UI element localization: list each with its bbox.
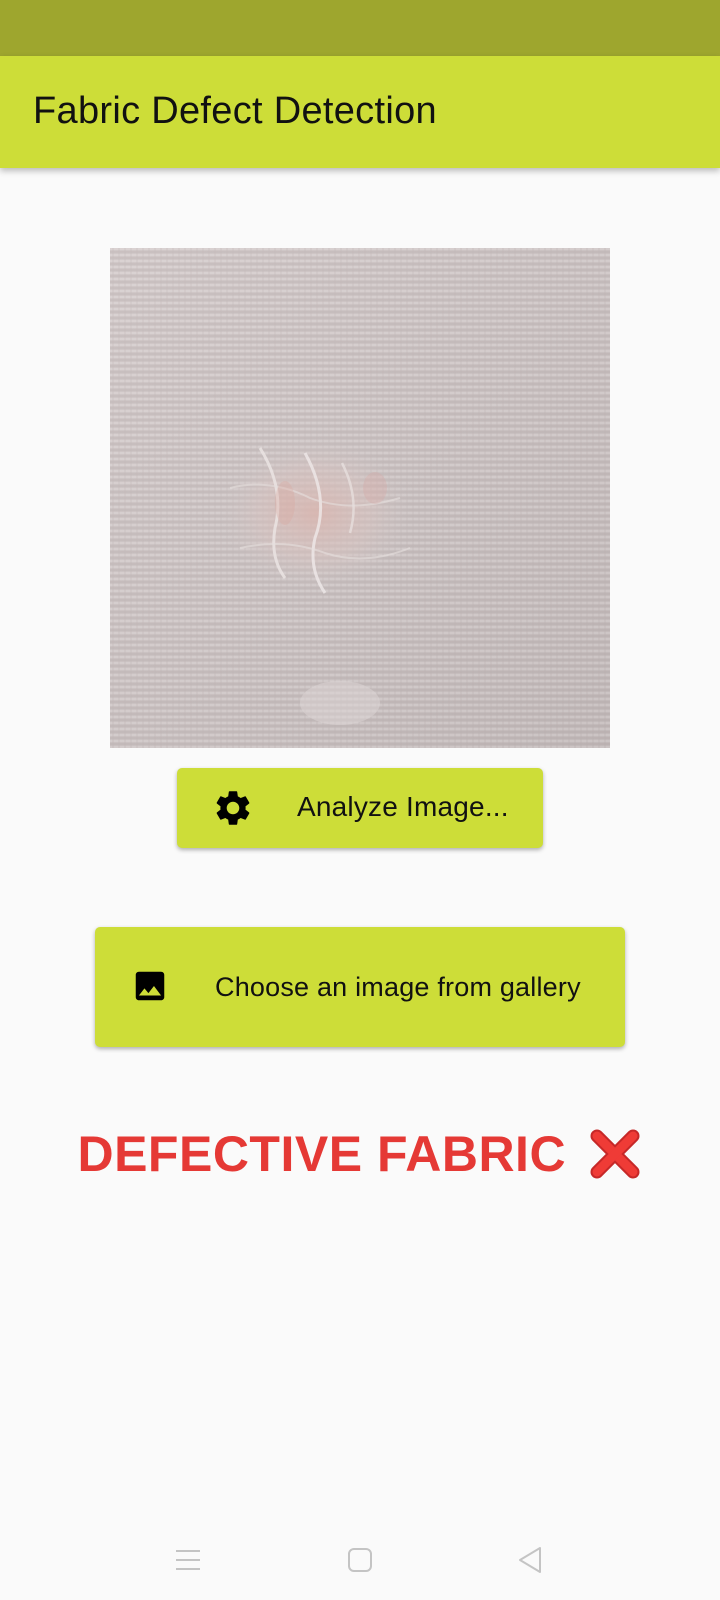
- choose-image-from-gallery-button[interactable]: Choose an image from gallery: [95, 927, 625, 1047]
- analyze-button-label: Analyze Image...: [297, 791, 509, 822]
- app-bar: Fabric Defect Detection: [0, 56, 720, 168]
- gear-icon: [216, 791, 250, 825]
- status-bar: [0, 0, 720, 56]
- menu-icon[interactable]: [168, 1540, 208, 1580]
- fabric-image: [110, 248, 610, 748]
- result: DEFECTIVE FABRIC: [0, 1125, 720, 1183]
- app-title: Fabric Defect Detection: [33, 90, 437, 132]
- home-icon[interactable]: [340, 1540, 380, 1580]
- result-text: DEFECTIVE FABRIC: [77, 1126, 567, 1182]
- screen: Fabric Defect Detection Analyze Image...…: [0, 0, 720, 1600]
- image-icon: [135, 971, 165, 1001]
- back-icon[interactable]: [510, 1540, 550, 1580]
- navigation-bar: [0, 1520, 720, 1600]
- analyze-image-button[interactable]: Analyze Image...: [177, 768, 543, 848]
- cross-mark-icon: [590, 1129, 640, 1179]
- fabric-image-graphic: [110, 248, 610, 748]
- gallery-button-label: Choose an image from gallery: [215, 972, 581, 1002]
